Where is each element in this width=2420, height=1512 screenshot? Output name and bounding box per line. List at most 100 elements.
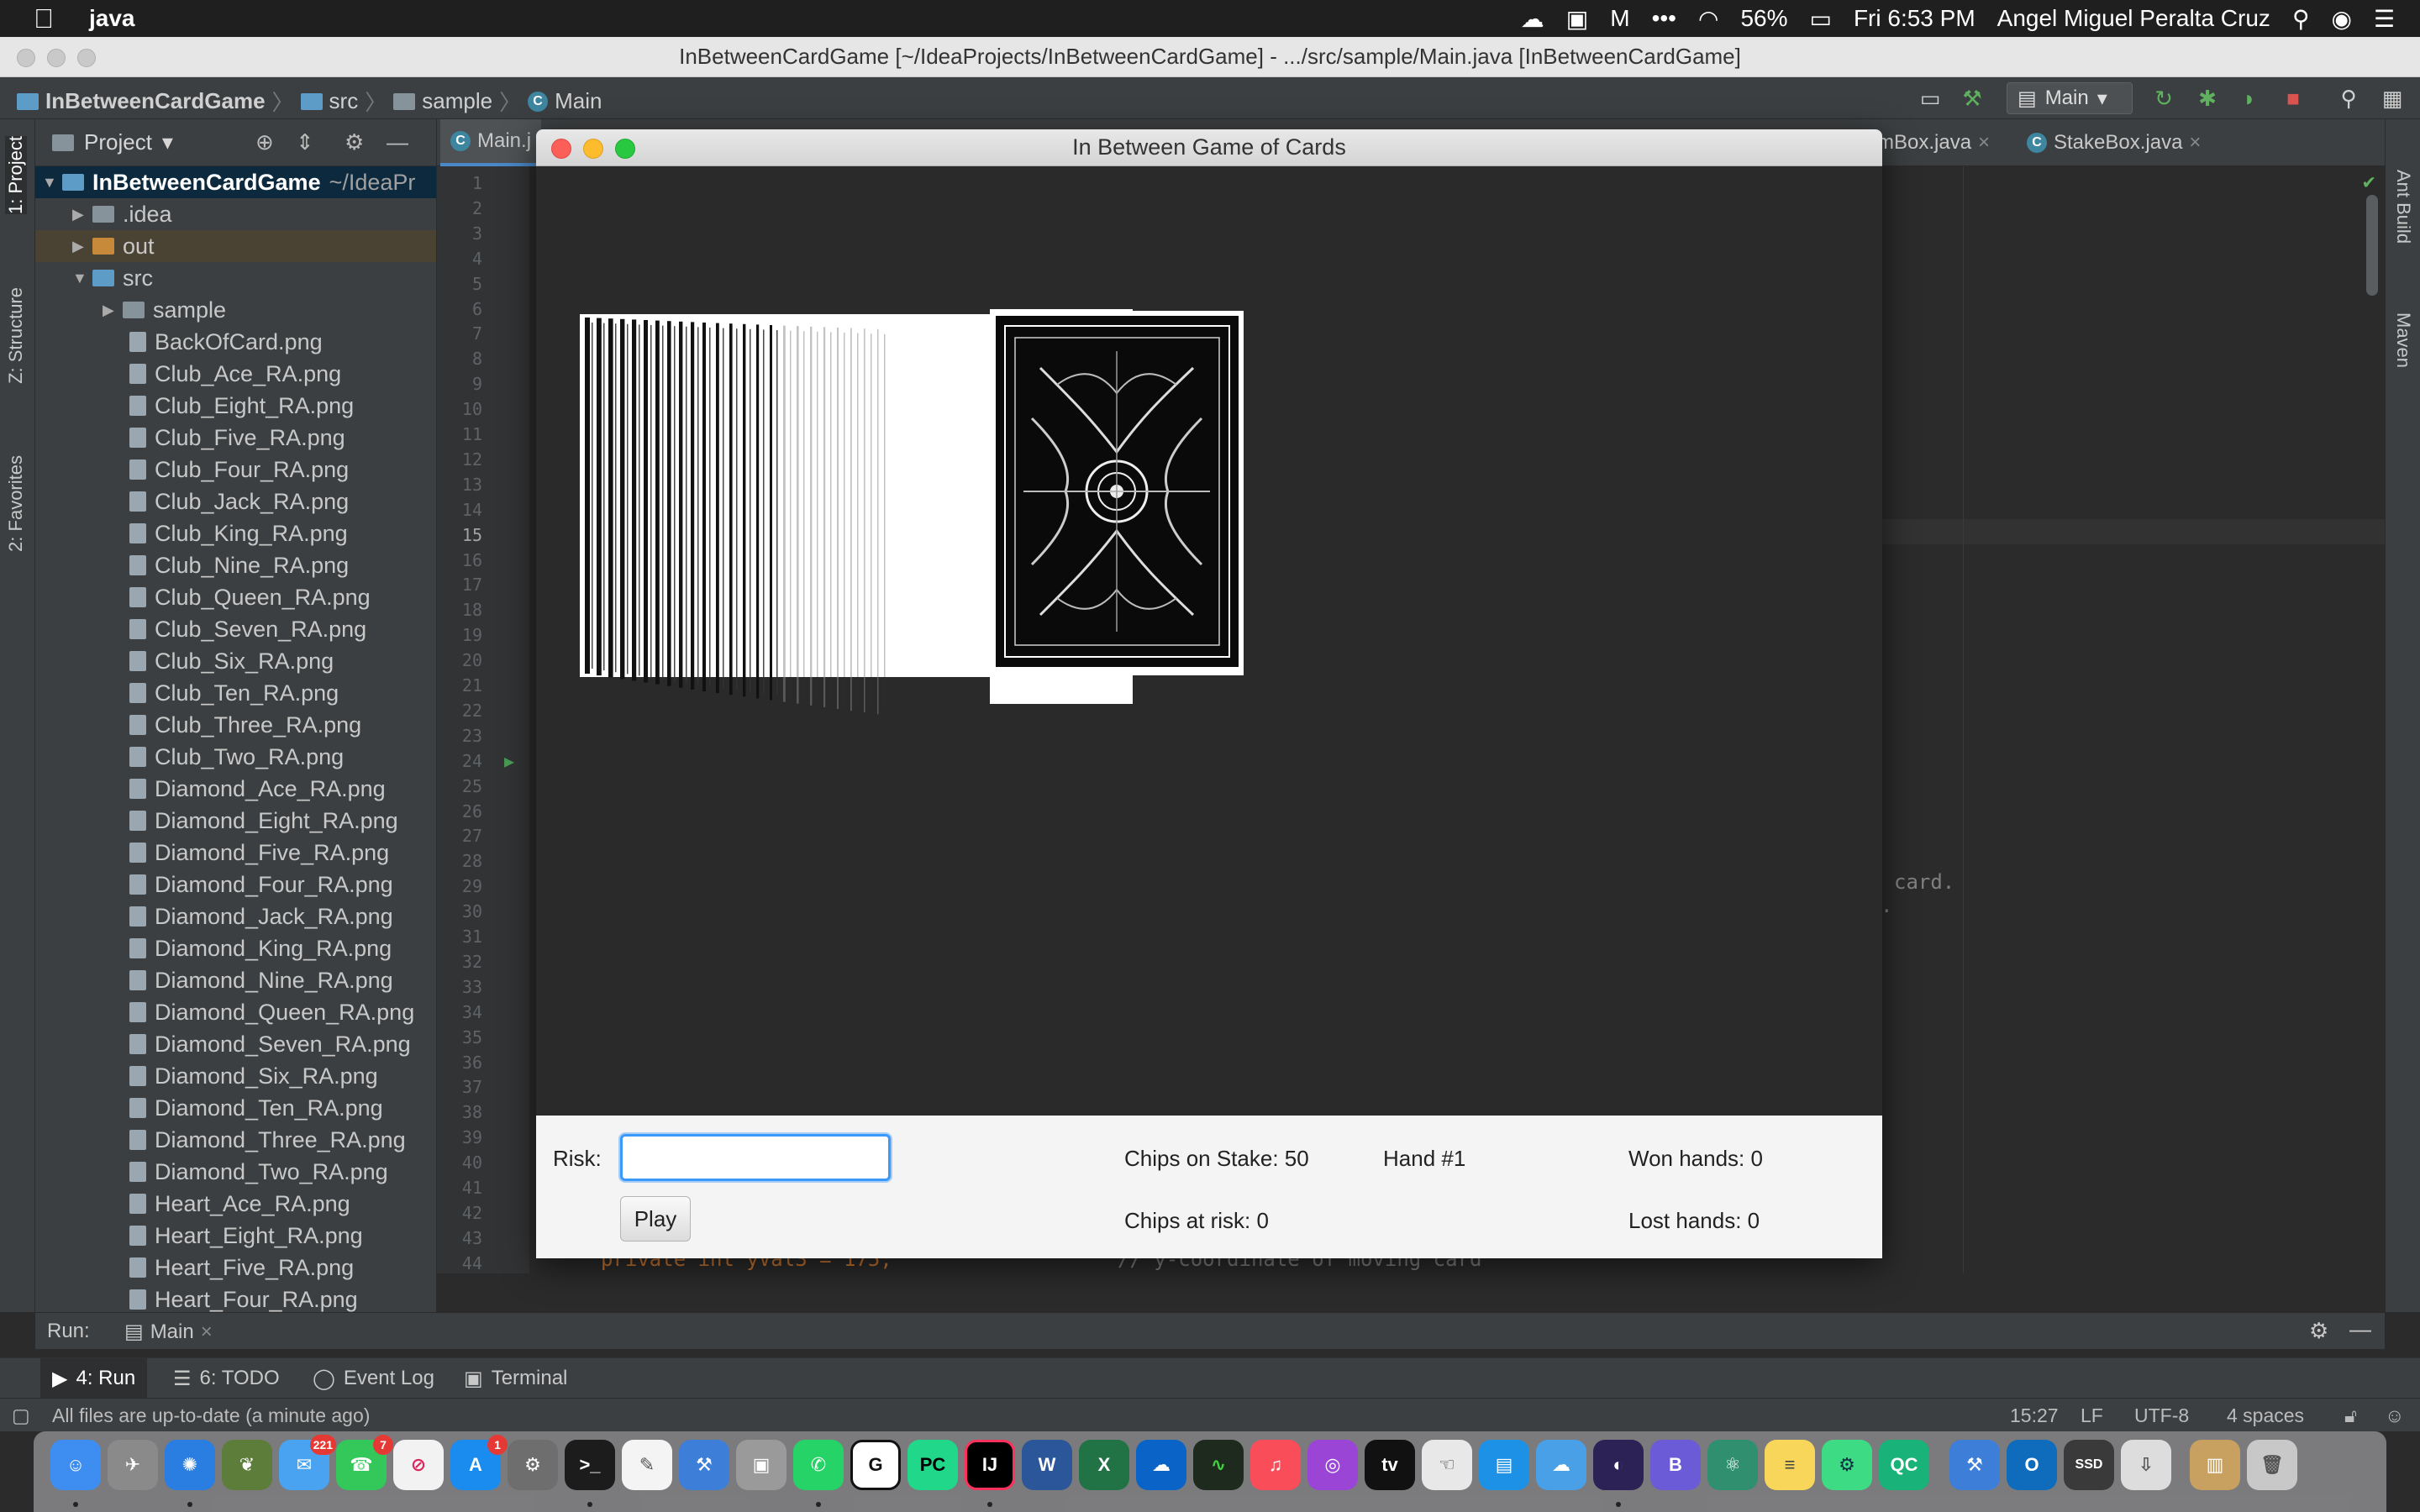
battery-percent[interactable]: 56% bbox=[1740, 5, 1787, 32]
tab-run[interactable]: ▶ 4: Run bbox=[40, 1358, 148, 1399]
settings-icon[interactable]: ▦ bbox=[2378, 84, 2407, 113]
siri-icon[interactable]: ◉ bbox=[2331, 5, 2351, 33]
battery-icon[interactable]: ▭ bbox=[1809, 5, 1831, 33]
expanded-arrow-icon[interactable]: ▼ bbox=[72, 270, 92, 287]
inspection-ok-check-icon[interactable]: ✔ bbox=[2363, 170, 2375, 193]
tab-structure[interactable]: Z: Structure bbox=[5, 287, 27, 384]
game-minimize-button[interactable] bbox=[583, 139, 603, 159]
tab-favorites[interactable]: 2: Favorites bbox=[5, 455, 27, 552]
tree-file[interactable]: Diamond_Eight_RA.png bbox=[35, 805, 436, 837]
tree-folder-out[interactable]: ▶ out bbox=[35, 230, 436, 262]
tree-file[interactable]: Diamond_Ace_RA.png bbox=[35, 773, 436, 805]
xcode-icon[interactable]: ⚒ bbox=[679, 1440, 729, 1490]
finder-icon[interactable]: ☺ bbox=[50, 1440, 101, 1490]
tree-file[interactable]: Club_Jack_RA.png bbox=[35, 486, 436, 517]
project-view-select[interactable]: Project bbox=[84, 129, 152, 155]
gear-icon[interactable]: ⚙ bbox=[2309, 1318, 2328, 1344]
caret-position[interactable]: 15:27 bbox=[2010, 1404, 2059, 1427]
hide-panel-icon[interactable]: — bbox=[2349, 1316, 2371, 1342]
ide-zoom-button[interactable] bbox=[77, 49, 96, 67]
tab-mbox-java[interactable]: mBox.java × bbox=[1867, 119, 2000, 166]
tree-file[interactable]: Club_King_RA.png bbox=[35, 517, 436, 549]
tree-file[interactable]: Diamond_Six_RA.png bbox=[35, 1060, 436, 1092]
wifi-icon[interactable]: ◠ bbox=[1698, 5, 1718, 33]
tree-file[interactable]: Diamond_Queen_RA.png bbox=[35, 996, 436, 1028]
tree-file[interactable]: Diamond_Two_RA.png bbox=[35, 1156, 436, 1188]
collapsed-arrow-icon[interactable]: ▶ bbox=[72, 238, 92, 255]
apple-tv-icon[interactable]: tv bbox=[1365, 1440, 1415, 1490]
safari-icon[interactable]: ✺ bbox=[165, 1440, 215, 1490]
app-menu-name[interactable]: java bbox=[89, 5, 135, 32]
clock[interactable]: Fri 6:53 PM bbox=[1854, 5, 1975, 32]
tree-file[interactable]: Club_Five_RA.png bbox=[35, 422, 436, 454]
tab-event-log[interactable]: ◯ Event Log bbox=[301, 1358, 446, 1399]
qc-icon[interactable]: QC bbox=[1879, 1440, 1929, 1490]
textedit-icon[interactable]: ✎ bbox=[622, 1440, 672, 1490]
tree-file[interactable]: Club_Nine_RA.png bbox=[35, 549, 436, 581]
tab-terminal[interactable]: ▣ Terminal bbox=[452, 1358, 579, 1399]
tree-file[interactable]: Club_Queen_RA.png bbox=[35, 581, 436, 613]
eclipse-icon[interactable]: ◐ bbox=[1593, 1440, 1644, 1490]
ide-minimize-button[interactable] bbox=[47, 49, 66, 67]
grammarly-icon[interactable]: G bbox=[850, 1440, 901, 1490]
close-icon[interactable]: × bbox=[201, 1320, 213, 1344]
tree-file[interactable]: Club_Ace_RA.png bbox=[35, 358, 436, 390]
launchpad-icon[interactable]: ✈ bbox=[108, 1440, 158, 1490]
spotlight-search-icon[interactable]: ⚲ bbox=[2292, 5, 2310, 33]
terminal-window-icon[interactable]: ▭ bbox=[1916, 84, 1944, 113]
trash-icon[interactable]: 🗑︎ bbox=[2247, 1440, 2297, 1490]
tree-file[interactable]: Club_Seven_RA.png bbox=[35, 613, 436, 645]
tree-file[interactable]: Heart_Eight_RA.png bbox=[35, 1220, 436, 1252]
tree-file[interactable]: Club_Four_RA.png bbox=[35, 454, 436, 486]
tree-folder-idea[interactable]: ▶ .idea bbox=[35, 198, 436, 230]
rerun-icon[interactable]: ↻ bbox=[2149, 84, 2178, 113]
notification-center-icon[interactable]: ☰ bbox=[2374, 5, 2395, 33]
breadcrumb-sample[interactable]: sample bbox=[422, 88, 492, 114]
tree-file[interactable]: Heart_Five_RA.png bbox=[35, 1252, 436, 1284]
system-preferences-icon[interactable]: ⚙ bbox=[508, 1440, 558, 1490]
tree-file[interactable]: Diamond_Five_RA.png bbox=[35, 837, 436, 869]
facetime-icon[interactable]: ☎ 7 bbox=[336, 1435, 393, 1490]
collapse-all-icon[interactable]: ⇕ bbox=[296, 129, 314, 155]
tree-file[interactable]: Club_Eight_RA.png bbox=[35, 390, 436, 422]
collapsed-arrow-icon[interactable]: ▶ bbox=[72, 206, 92, 223]
outlook-icon[interactable]: O bbox=[2007, 1440, 2057, 1490]
search-icon[interactable]: ⚲ bbox=[2334, 84, 2363, 113]
onedrive-icon[interactable]: ☁ bbox=[1136, 1440, 1186, 1490]
game-zoom-button[interactable] bbox=[615, 139, 635, 159]
play-button[interactable]: Play bbox=[620, 1196, 691, 1242]
build-hammer-icon[interactable]: ⚒ bbox=[1958, 84, 1986, 113]
run-tab-main[interactable]: ▤ Main × bbox=[124, 1320, 213, 1344]
notes-icon[interactable]: ≡ bbox=[1765, 1440, 1815, 1490]
tree-file[interactable]: Heart_Ace_RA.png bbox=[35, 1188, 436, 1220]
hide-panel-icon[interactable]: — bbox=[387, 129, 408, 155]
malwarebytes-icon[interactable]: M bbox=[1610, 5, 1629, 32]
risk-input[interactable] bbox=[620, 1134, 891, 1181]
chevron-down-icon[interactable]: ▾ bbox=[162, 129, 173, 155]
breadcrumb-project[interactable]: InBetweenCardGame bbox=[45, 88, 266, 114]
music-icon[interactable]: ♫ bbox=[1250, 1440, 1301, 1490]
terminal-icon[interactable]: >_ bbox=[565, 1440, 615, 1490]
docker-icon[interactable]: ▤ bbox=[1479, 1440, 1529, 1490]
bbedit-icon[interactable]: B bbox=[1650, 1440, 1701, 1490]
indent-setting[interactable]: 4 spaces bbox=[2227, 1404, 2304, 1427]
android-studio-icon[interactable]: ⚙ bbox=[1822, 1440, 1872, 1490]
coverage-icon[interactable]: ◗ bbox=[2235, 84, 2264, 113]
code-editor-right[interactable]: card. . ✔ bbox=[1881, 166, 2385, 1273]
tree-folder-sample[interactable]: ▶ sample bbox=[35, 294, 436, 326]
podcasts-icon[interactable]: ◎ bbox=[1307, 1440, 1358, 1490]
preview-icon[interactable]: ❦ bbox=[222, 1440, 272, 1490]
tab-todo[interactable]: ☰ 6: TODO bbox=[161, 1358, 292, 1399]
gear-icon[interactable]: ⚙ bbox=[345, 129, 364, 155]
downloads-stack-icon[interactable]: ⇩ bbox=[2121, 1440, 2171, 1490]
archive-icon[interactable]: ▥ bbox=[2190, 1440, 2240, 1490]
lock-icon[interactable]: 🔓︎ bbox=[2344, 1404, 2357, 1427]
apple-menu-icon[interactable]:  bbox=[34, 3, 54, 34]
tree-file[interactable]: Club_Six_RA.png bbox=[35, 645, 436, 677]
gesture-icon[interactable]: ☜ bbox=[1422, 1440, 1472, 1490]
tree-file[interactable]: Diamond_Three_RA.png bbox=[35, 1124, 436, 1156]
tree-file[interactable]: Diamond_Four_RA.png bbox=[35, 869, 436, 900]
tree-file[interactable]: Diamond_King_RA.png bbox=[35, 932, 436, 964]
word-icon[interactable]: W bbox=[1022, 1440, 1072, 1490]
image-capture-icon[interactable]: ▣ bbox=[736, 1440, 786, 1490]
